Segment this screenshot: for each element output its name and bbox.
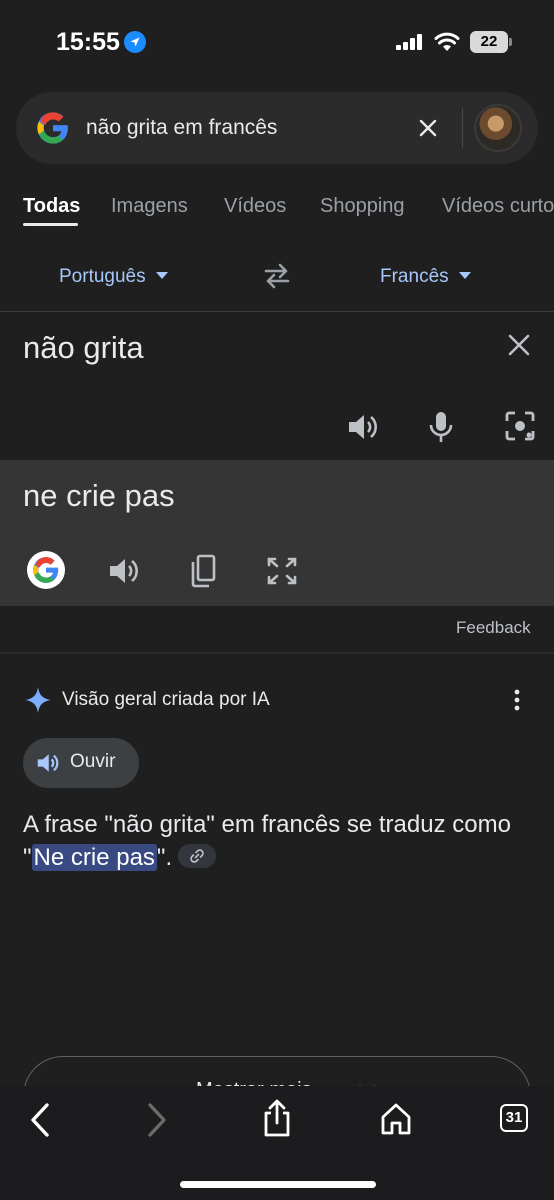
source-text-panel: não grita (0, 312, 554, 460)
status-bar: 15:55 22 (0, 0, 554, 86)
divider (462, 108, 463, 148)
listen-button[interactable]: Ouvir (23, 738, 139, 788)
ai-overview-header: Visão geral criada por IA (24, 686, 544, 716)
tab-todas[interactable]: Todas (23, 195, 80, 218)
home-icon[interactable] (380, 1102, 412, 1136)
language-selector: Português Francês (0, 240, 554, 312)
account-avatar[interactable] (474, 104, 522, 152)
chevron-down-icon (458, 272, 471, 279)
speaker-icon (37, 754, 59, 772)
search-tabs: Todas Imagens Vídeos Shopping Vídeos cur… (0, 190, 554, 230)
google-logo-icon (33, 557, 59, 583)
listen-label: Ouvir (70, 751, 116, 772)
swap-languages-icon[interactable] (262, 262, 292, 290)
cellular-signal-icon (396, 34, 422, 50)
tab-shopping[interactable]: Shopping (320, 195, 405, 218)
sparkle-icon (25, 687, 51, 713)
source-language-label: Português (59, 266, 146, 287)
wifi-icon (434, 32, 460, 51)
search-bar[interactable]: não grita em francês (16, 92, 538, 164)
ai-overview-title: Visão geral criada por IA (62, 689, 270, 710)
target-language-button[interactable]: Francês (380, 266, 471, 288)
tab-videos[interactable]: Vídeos (224, 195, 286, 218)
source-link-button[interactable] (178, 844, 217, 868)
link-icon (190, 849, 204, 863)
clear-search-icon[interactable] (416, 116, 440, 140)
speaker-icon[interactable] (347, 412, 379, 442)
source-language-button[interactable]: Português (59, 266, 168, 288)
location-icon (124, 31, 146, 53)
feedback-link[interactable]: Feedback (456, 618, 531, 638)
camera-lens-icon[interactable] (504, 410, 536, 442)
section-divider (0, 652, 554, 654)
battery-tip (509, 38, 512, 46)
answer-suffix: ". (156, 844, 173, 871)
back-icon[interactable] (28, 1102, 52, 1138)
google-translate-button[interactable] (27, 551, 65, 589)
tab-videos-curtos[interactable]: Vídeos curtos (442, 195, 554, 218)
google-logo-icon (37, 112, 68, 144)
copy-icon[interactable] (187, 554, 217, 588)
answer-highlight: Ne crie pas (31, 844, 157, 871)
target-language-label: Francês (380, 266, 449, 287)
battery-level: 22 (470, 31, 508, 53)
clock: 15:55 (56, 28, 120, 56)
more-options-icon[interactable] (512, 688, 522, 712)
speaker-icon[interactable] (108, 556, 140, 586)
fullscreen-icon[interactable] (266, 556, 298, 586)
ai-answer-text: A frase "não grita" em francês se traduz… (23, 808, 523, 874)
source-text-input[interactable]: não grita (23, 330, 144, 366)
share-icon[interactable] (261, 1098, 293, 1138)
translated-text: ne crie pas (23, 478, 175, 513)
home-indicator (180, 1181, 376, 1188)
tab-imagens[interactable]: Imagens (111, 195, 188, 218)
microphone-icon[interactable] (428, 410, 454, 444)
active-tab-indicator (23, 223, 78, 226)
forward-icon[interactable] (145, 1102, 169, 1138)
tab-count-button[interactable]: 31 (500, 1104, 528, 1132)
translation-panel: ne crie pas (0, 460, 554, 606)
chevron-down-icon (155, 272, 168, 279)
search-query[interactable]: não grita em francês (86, 116, 277, 140)
clear-text-icon[interactable] (506, 332, 532, 358)
